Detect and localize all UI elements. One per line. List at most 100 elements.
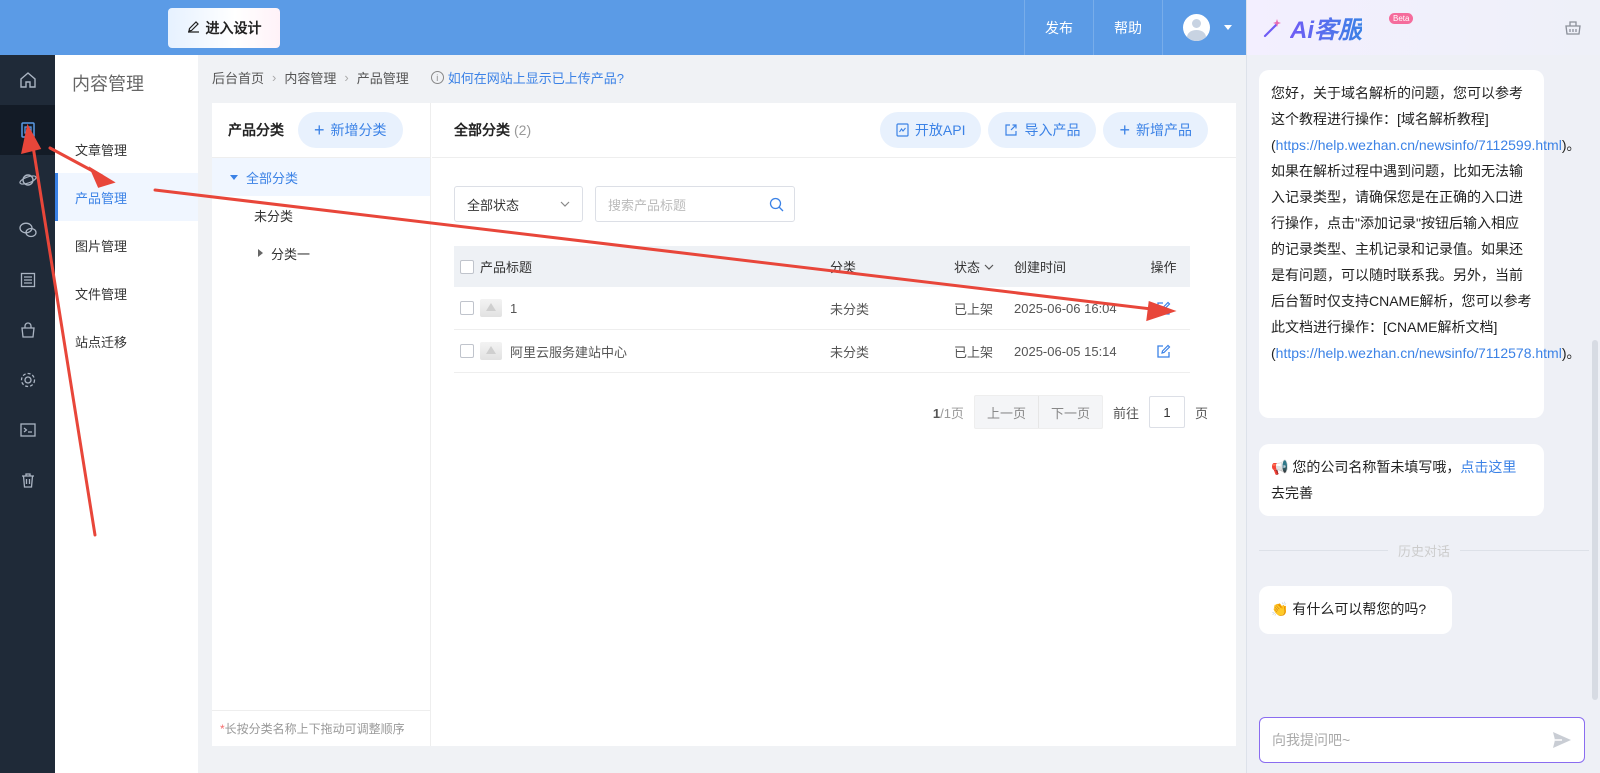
product-thumbnail: [480, 342, 502, 360]
col-actions: 操作: [1150, 260, 1177, 275]
sidebar-list[interactable]: [0, 255, 55, 305]
product-thumbnail: [480, 299, 502, 317]
status-select[interactable]: 全部状态: [454, 186, 583, 222]
tree-item-category-one[interactable]: 分类一: [212, 234, 430, 272]
product-title[interactable]: 1: [510, 301, 517, 316]
import-icon: [1005, 124, 1018, 136]
ai-message: 您好，关于域名解析的问题，您可以参考这个教程进行操作：[域名解析教程](http…: [1259, 70, 1581, 418]
user-menu[interactable]: [1162, 0, 1246, 55]
category-header: 产品分类 + 新增分类: [212, 103, 430, 158]
magic-wand-icon: [1263, 18, 1281, 37]
import-products-label: 导入产品: [1024, 122, 1081, 138]
breadcrumb-home[interactable]: 后台首页: [212, 68, 264, 87]
top-nav: 发布 帮助: [1024, 0, 1246, 55]
tree-item-uncategorized[interactable]: 未分类: [212, 196, 430, 234]
breadcrumb-content[interactable]: 内容管理: [284, 68, 336, 87]
tutorial-link[interactable]: https://help.wezhan.cn/newsinfo/7112599.…: [1276, 137, 1562, 153]
open-api-button[interactable]: 开放API: [879, 112, 982, 148]
category-title: 产品分类: [228, 122, 284, 138]
col-status[interactable]: 状态: [954, 257, 1014, 276]
search-icon: [769, 197, 784, 211]
prev-page-button[interactable]: 上一页: [975, 396, 1038, 428]
search-placeholder: 搜索产品标题: [608, 197, 687, 213]
chevron-right-icon: ›: [344, 70, 349, 85]
ai-question-input[interactable]: 向我提问吧~: [1259, 717, 1585, 763]
message-text: )。如果在解析过程中遇到问题，比如无法输入记录类型，请确保您是在正确的入口进行操…: [1271, 137, 1581, 361]
gear-icon: [20, 372, 35, 388]
sidebar-content[interactable]: [0, 105, 55, 155]
cname-doc-link[interactable]: https://help.wezhan.cn/newsinfo/7112578.…: [1276, 345, 1562, 361]
sidebar-shop[interactable]: [0, 305, 55, 355]
chat-scrollbar[interactable]: [1592, 340, 1598, 700]
home-icon: [19, 72, 36, 88]
subnav-item-images[interactable]: 图片管理: [55, 221, 198, 269]
complete-company-link[interactable]: 点击这里: [1460, 459, 1516, 475]
add-category-label: 新增分类: [330, 122, 387, 138]
add-product-button[interactable]: + 新增产品: [1103, 112, 1208, 148]
message-text: 有什么可以帮您的吗?: [1292, 601, 1427, 617]
tree-item-all[interactable]: 全部分类: [212, 158, 430, 196]
page-current: 1: [932, 405, 941, 421]
help-button[interactable]: 帮助: [1093, 0, 1162, 55]
tree-item-label: 全部分类: [246, 170, 299, 186]
message-text: 您的公司名称暂未填写哦，: [1292, 459, 1461, 475]
next-page-button[interactable]: 下一页: [1037, 396, 1102, 428]
subnav-item-articles[interactable]: 文章管理: [55, 125, 198, 173]
sidebar-settings[interactable]: [0, 355, 55, 405]
help-link-label: 如何在网站上显示已上传产品?: [447, 71, 624, 86]
plus-icon: +: [314, 120, 325, 140]
add-product-label: 新增产品: [1136, 122, 1192, 138]
chevron-down-icon: [560, 201, 570, 207]
product-list-header: 全部分类 (2) 开放API 导入产品 + 新增产品: [432, 103, 1236, 158]
filter-bar: 全部状态 搜索产品标题: [454, 186, 795, 222]
import-products-button[interactable]: 导入产品: [988, 112, 1097, 148]
message-text: 去完善: [1271, 485, 1313, 501]
tree-item-label: 分类一: [271, 246, 311, 262]
product-status: 已上架: [954, 301, 994, 317]
caret-right-icon: [258, 249, 263, 257]
send-icon[interactable]: [1552, 731, 1572, 749]
add-category-button[interactable]: + 新增分类: [298, 112, 403, 148]
product-category: 未分类: [830, 344, 870, 360]
table-header: 产品标题 分类 状态 创建时间 操作: [454, 246, 1190, 287]
list-count: (2): [514, 122, 532, 138]
product-title[interactable]: 阿里云服务建站中心: [510, 342, 627, 361]
page-buttons: 上一页 下一页: [973, 395, 1103, 429]
product-panel: 产品分类 + 新增分类 全部分类 未分类 分类一 * 长按分类名称上下拖动可调整…: [212, 103, 1236, 746]
subnav-item-migrate[interactable]: 站点迁移: [55, 317, 198, 365]
help-link[interactable]: i 如何在网站上显示已上传产品?: [430, 68, 624, 87]
select-all-checkbox[interactable]: [460, 259, 474, 274]
header-actions: 开放API 导入产品 + 新增产品: [879, 112, 1208, 148]
breadcrumb-products: 产品管理: [356, 71, 409, 86]
clap-icon: 👏: [1271, 601, 1289, 617]
top-bar: 进入设计 发布 帮助: [0, 0, 1246, 55]
publish-button[interactable]: 发布: [1024, 0, 1093, 55]
row-checkbox[interactable]: [460, 344, 474, 358]
wechat-icon: [18, 222, 37, 238]
history-label: 历史对话: [1398, 544, 1451, 559]
subnav-item-products[interactable]: 产品管理: [55, 173, 198, 221]
category-hint: * 长按分类名称上下拖动可调整顺序: [212, 710, 431, 746]
enter-design-button[interactable]: 进入设计: [168, 8, 280, 48]
pagination: 1/1页 上一页 下一页 前往 1 页: [933, 395, 1208, 429]
row-checkbox[interactable]: [460, 301, 474, 315]
edit-icon[interactable]: [1156, 344, 1171, 359]
bag-icon: [20, 322, 35, 338]
search-input[interactable]: 搜索产品标题: [595, 186, 795, 222]
sidebar-site[interactable]: [0, 155, 55, 205]
ai-input-placeholder: 向我提问吧~: [1272, 732, 1351, 748]
clear-chat-icon[interactable]: [1564, 18, 1582, 36]
edit-icon[interactable]: [1156, 301, 1171, 316]
icon-sidebar: [0, 55, 55, 773]
sidebar-trash[interactable]: [0, 455, 55, 505]
sidebar-terminal[interactable]: [0, 405, 55, 455]
sidebar-wechat[interactable]: [0, 205, 55, 255]
history-divider: 历史对话: [1259, 541, 1589, 560]
page-number-input[interactable]: 1: [1148, 396, 1185, 428]
edit-icon: [187, 20, 200, 36]
ai-header: Ai客服 Beta: [1247, 0, 1600, 55]
sidebar-home[interactable]: [0, 55, 55, 105]
api-doc-icon: [896, 123, 909, 137]
col-category: 分类: [830, 260, 857, 275]
subnav-item-files[interactable]: 文件管理: [55, 269, 198, 317]
